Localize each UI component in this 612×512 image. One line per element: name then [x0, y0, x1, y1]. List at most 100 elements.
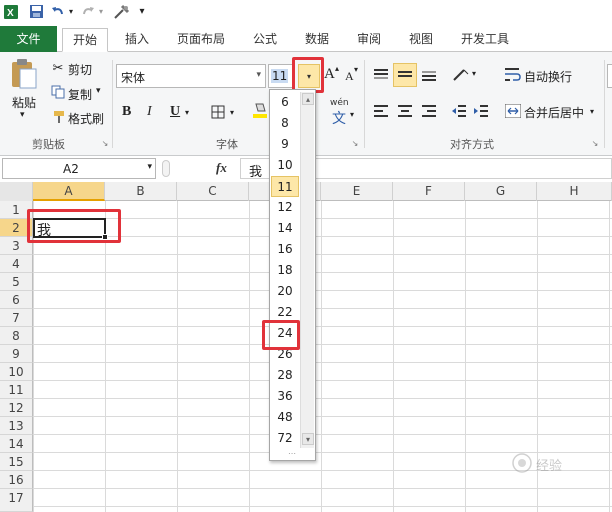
merge-center-icon — [504, 102, 522, 120]
column-header-h[interactable]: H — [537, 182, 612, 201]
row-header[interactable]: 9 — [0, 345, 33, 363]
paste-button[interactable]: 粘贴 — [12, 94, 36, 111]
name-box[interactable]: A2 ▾ — [2, 158, 156, 179]
font-size-option[interactable]: 8 — [271, 113, 299, 134]
align-left-icon[interactable] — [372, 102, 390, 120]
insert-function-button[interactable]: fx — [216, 160, 227, 176]
italic-button[interactable]: I — [147, 104, 152, 120]
paste-dropdown-icon[interactable]: ▾ — [20, 110, 25, 120]
font-size-option[interactable]: 36 — [271, 386, 299, 407]
column-header-e[interactable]: E — [321, 182, 393, 201]
select-all-corner[interactable] — [0, 182, 33, 201]
copy-button[interactable]: 复制 — [68, 86, 92, 103]
dropdown-scrollbar[interactable]: ▴ ▾ — [300, 92, 314, 448]
row-header[interactable]: 11 — [0, 381, 33, 399]
row-header[interactable]: 13 — [0, 417, 33, 435]
phonetic-dropdown-icon[interactable]: ▾ — [350, 110, 354, 119]
tab-developer[interactable]: 开发工具 — [452, 28, 518, 52]
column-header-b[interactable]: B — [105, 182, 177, 201]
align-middle-icon[interactable] — [393, 63, 417, 87]
column-header-g[interactable]: G — [465, 182, 537, 201]
row-header[interactable]: 15 — [0, 453, 33, 471]
row-header[interactable]: 8 — [0, 327, 33, 345]
paste-icon[interactable] — [8, 56, 40, 92]
undo-icon[interactable] — [50, 3, 66, 20]
font-launcher-icon[interactable]: ↘ — [350, 138, 360, 148]
formula-bar-splitter[interactable] — [162, 160, 170, 177]
undo-dropdown-icon[interactable]: ▾ — [67, 3, 75, 20]
column-header-a[interactable]: A — [33, 182, 105, 201]
scroll-up-icon[interactable]: ▴ — [302, 93, 314, 105]
row-header[interactable]: 14 — [0, 435, 33, 453]
resize-grip-icon[interactable]: ⋯ — [282, 450, 302, 458]
font-size-option[interactable]: 6 — [271, 92, 299, 113]
tab-formulas[interactable]: 公式 — [244, 28, 286, 52]
font-size-option[interactable]: 16 — [271, 239, 299, 260]
tab-data[interactable]: 数据 — [296, 28, 338, 52]
column-header-f[interactable]: F — [393, 182, 465, 201]
font-size-option[interactable]: 48 — [271, 407, 299, 428]
underline-button[interactable]: U — [170, 104, 180, 120]
font-size-option[interactable]: 72 — [271, 428, 299, 449]
tab-review[interactable]: 审阅 — [348, 28, 390, 52]
decrease-indent-icon[interactable] — [450, 102, 468, 120]
tab-insert[interactable]: 插入 — [116, 28, 158, 52]
customize-toolbar-icon[interactable]: ▾ — [137, 3, 147, 20]
merge-center-dropdown-icon[interactable]: ▾ — [590, 107, 594, 116]
tab-home[interactable]: 开始 — [62, 28, 108, 52]
format-painter-button[interactable]: 格式刷 — [68, 110, 104, 127]
alignment-launcher-icon[interactable]: ↘ — [590, 138, 600, 148]
svg-text:X: X — [7, 8, 14, 19]
font-name-dropdown-icon[interactable]: ▾ — [256, 70, 261, 80]
font-size-option[interactable]: 12 — [271, 197, 299, 218]
font-size-option[interactable]: 18 — [271, 260, 299, 281]
borders-dropdown-icon[interactable]: ▾ — [230, 108, 234, 117]
cut-button[interactable]: 剪切 — [68, 61, 92, 78]
tools-icon[interactable] — [112, 3, 132, 20]
font-size-option[interactable]: 9 — [271, 134, 299, 155]
redo-icon[interactable] — [80, 3, 96, 20]
tab-file[interactable]: 文件 — [0, 26, 57, 52]
underline-dropdown-icon[interactable]: ▾ — [185, 108, 189, 117]
row-header[interactable]: 6 — [0, 291, 33, 309]
wrap-text-button[interactable]: 自动换行 — [524, 68, 572, 85]
grow-font-button[interactable]: A — [324, 66, 335, 83]
merge-center-button[interactable]: 合并后居中 — [524, 104, 584, 121]
phonetic-guide-button[interactable]: 文 — [332, 108, 346, 128]
row-header[interactable]: 5 — [0, 273, 33, 291]
align-bottom-icon[interactable] — [420, 66, 438, 84]
row-header[interactable]: 4 — [0, 255, 33, 273]
fill-color-icon[interactable] — [252, 100, 268, 120]
row-header[interactable]: 7 — [0, 309, 33, 327]
row-header[interactable]: 17 — [0, 489, 33, 512]
bold-button[interactable]: B — [122, 104, 131, 120]
font-size-option[interactable]: 20 — [271, 281, 299, 302]
clipboard-launcher-icon[interactable]: ↘ — [100, 138, 110, 148]
name-box-dropdown-icon[interactable]: ▾ — [147, 162, 152, 172]
align-center-icon[interactable] — [396, 102, 414, 120]
font-size-option-selected[interactable]: 11 — [271, 176, 299, 197]
column-header-c[interactable]: C — [177, 182, 249, 201]
redo-dropdown-icon[interactable]: ▾ — [97, 3, 105, 20]
scroll-down-icon[interactable]: ▾ — [302, 433, 314, 445]
tab-page-layout[interactable]: 页面布局 — [170, 28, 232, 52]
copy-dropdown-icon[interactable]: ▾ — [96, 86, 101, 96]
align-top-icon[interactable] — [372, 66, 390, 84]
save-icon[interactable] — [27, 3, 45, 20]
row-header[interactable]: 16 — [0, 471, 33, 489]
align-right-icon[interactable] — [420, 102, 438, 120]
number-format-combobox[interactable] — [607, 64, 612, 88]
font-size-option[interactable]: 10 — [271, 155, 299, 176]
row-header[interactable]: 12 — [0, 399, 33, 417]
increase-indent-icon[interactable] — [472, 102, 490, 120]
orientation-icon[interactable] — [450, 66, 472, 84]
row-header[interactable]: 10 — [0, 363, 33, 381]
font-size-option[interactable]: 28 — [271, 365, 299, 386]
orientation-dropdown-icon[interactable]: ▾ — [472, 69, 476, 78]
font-name-combobox[interactable]: 宋体 ▾ — [116, 64, 266, 88]
font-size-combobox[interactable]: 11 — [268, 64, 294, 88]
tab-view[interactable]: 视图 — [400, 28, 442, 52]
font-size-option[interactable]: 14 — [271, 218, 299, 239]
borders-icon[interactable] — [210, 104, 226, 120]
shrink-font-button[interactable]: A — [345, 69, 354, 84]
